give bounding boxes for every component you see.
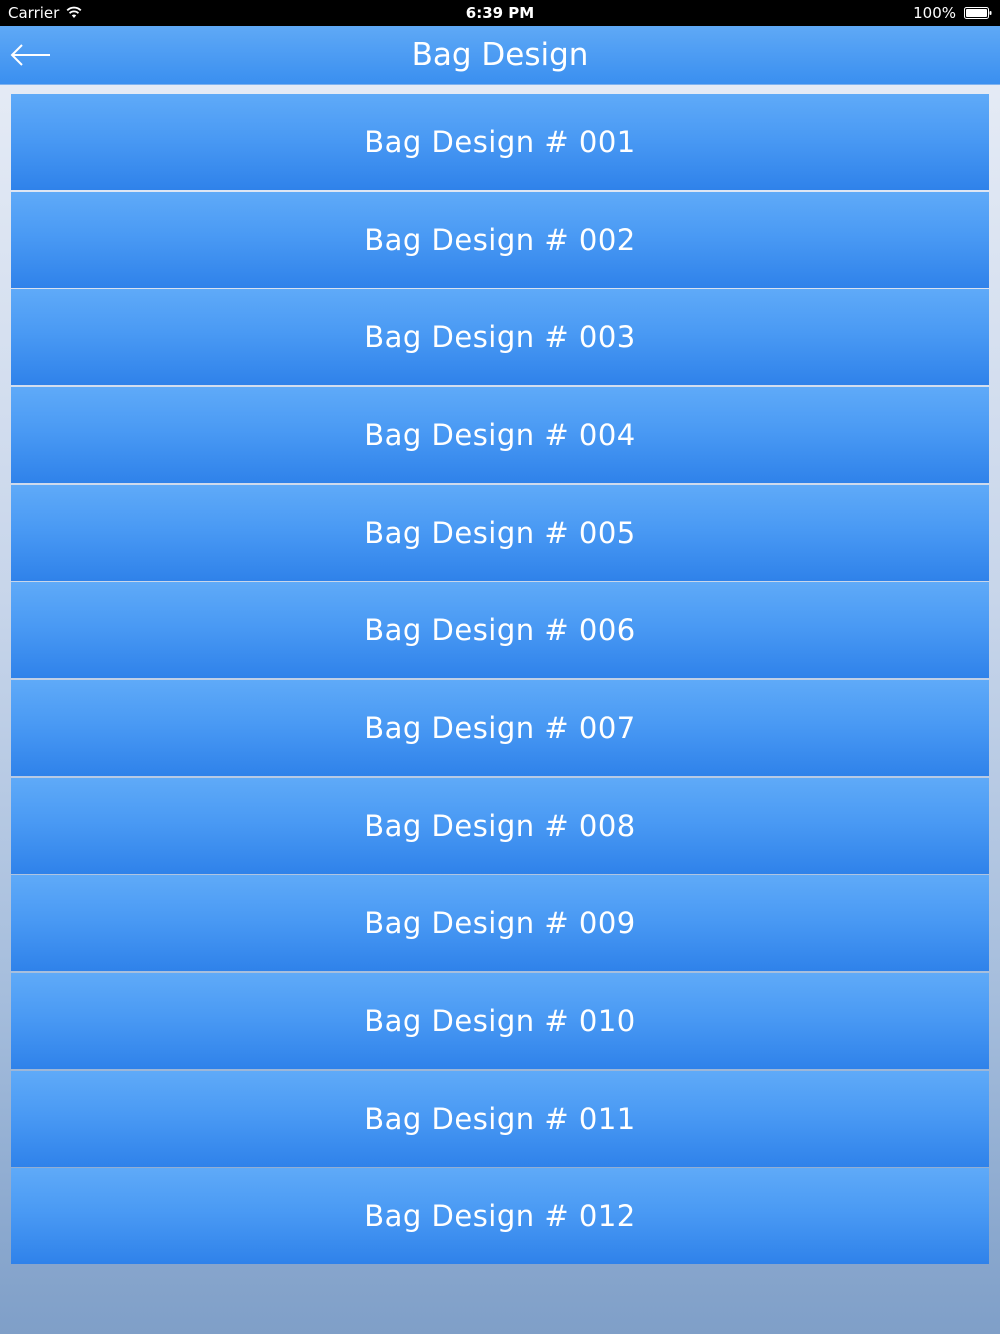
list-item-design-006[interactable]: Bag Design # 006 xyxy=(11,582,989,679)
list-item-design-004[interactable]: Bag Design # 004 xyxy=(11,387,989,484)
list-item-design-009[interactable]: Bag Design # 009 xyxy=(11,875,989,972)
design-list: Bag Design # 001 Bag Design # 002 Bag De… xyxy=(11,94,989,1266)
list-item-design-012[interactable]: Bag Design # 012 xyxy=(11,1168,989,1265)
list-item-design-003[interactable]: Bag Design # 003 xyxy=(11,289,989,386)
navigation-bar: Bag Design xyxy=(0,26,1000,85)
list-item-design-011[interactable]: Bag Design # 011 xyxy=(11,1070,989,1167)
list-item-design-005[interactable]: Bag Design # 005 xyxy=(11,484,989,581)
status-time: 6:39 PM xyxy=(465,4,535,22)
list-item-design-008[interactable]: Bag Design # 008 xyxy=(11,777,989,874)
status-bar: Carrier 6:39 PM 100% xyxy=(0,0,1000,26)
list-item-design-007[interactable]: Bag Design # 007 xyxy=(11,680,989,777)
list-item-design-010[interactable]: Bag Design # 010 xyxy=(11,973,989,1070)
battery-percentage: 100% xyxy=(913,4,956,22)
list-item-design-002[interactable]: Bag Design # 002 xyxy=(11,191,989,288)
battery-icon xyxy=(964,7,992,19)
list-item-design-001[interactable]: Bag Design # 001 xyxy=(11,94,989,190)
page-title: Bag Design xyxy=(411,37,589,73)
back-arrow-icon[interactable] xyxy=(10,41,52,69)
